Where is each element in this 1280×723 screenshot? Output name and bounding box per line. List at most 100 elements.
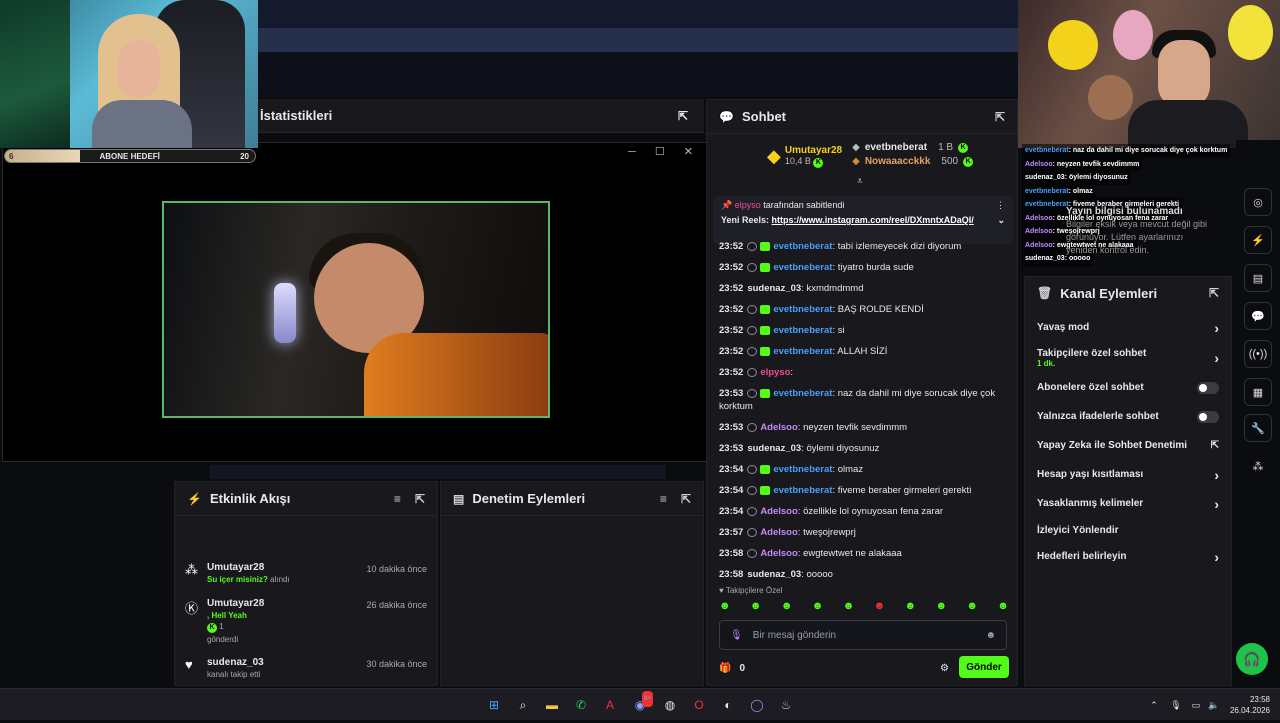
lightning-icon[interactable]: ⚡	[1244, 226, 1272, 254]
chat-message[interactable]: 23:58 Adelsoo: ewgtewtwet ne alakaaa	[719, 547, 1011, 560]
emote-icon[interactable]: ☻	[966, 600, 978, 612]
message-user[interactable]: evetbneberat	[773, 485, 832, 496]
chat-message[interactable]: 23:52 elpyso:	[719, 366, 1011, 379]
popout-icon[interactable]: ⇱	[415, 492, 425, 506]
whatsapp-icon[interactable]: ✆	[573, 697, 589, 713]
message-user[interactable]: Adelsoo	[760, 548, 797, 559]
chevron-right-icon[interactable]: ›	[1214, 496, 1219, 512]
chevron-right-icon[interactable]: ›	[1214, 549, 1219, 565]
system-clock[interactable]: 23:58 26.04.2026	[1230, 694, 1270, 716]
chat-message[interactable]: 23:57 Adelsoo: tweşojrewprj	[719, 526, 1011, 539]
emote-icon[interactable]: ☻	[812, 600, 824, 612]
channel-action-item[interactable]: Hesap yaşı kısıtlaması ›	[1025, 460, 1231, 489]
toggle-switch[interactable]	[1197, 410, 1219, 423]
emoji-icon[interactable]: ☻	[985, 630, 996, 641]
chat-message[interactable]: 23:52 evetbneberat: BAŞ ROLDE KENDİ	[719, 303, 1011, 316]
notes-icon[interactable]: ▤	[1244, 264, 1272, 292]
emote-icon[interactable]: ☻	[750, 600, 762, 612]
popout-icon[interactable]: ⇱	[995, 110, 1005, 124]
channel-action-item[interactable]: Yalnızca ifadelerle sohbet	[1025, 402, 1231, 431]
message-user[interactable]: evetbneberat	[773, 241, 832, 252]
screen-capture-icon[interactable]: ◎	[1244, 188, 1272, 216]
emote-icon[interactable]: ☻	[905, 600, 917, 612]
channel-action-item[interactable]: Yavaş mod ›	[1025, 313, 1231, 342]
window-controls[interactable]: ─ ☐ ✕	[628, 145, 701, 158]
message-user[interactable]: evetbneberat	[773, 464, 832, 475]
tray-speaker-icon[interactable]: 🔈	[1206, 697, 1222, 713]
emote-icon[interactable]: ☻	[935, 600, 947, 612]
leaderboard-third[interactable]: ◆ Nowaaacckkk 500 K	[852, 156, 974, 167]
message-user[interactable]: sudenaz_03	[747, 443, 801, 454]
chat-message[interactable]: 23:54 evetbneberat: fiveme beraber girmel…	[719, 484, 1011, 497]
kick-logo-icon[interactable]: ⁂	[1244, 452, 1272, 480]
gift-icon[interactable]: 🎁	[719, 663, 731, 674]
search-icon[interactable]: ⌕	[515, 697, 531, 713]
microphone-icon[interactable]: 🎙	[730, 630, 743, 641]
opera-icon[interactable]: O	[691, 697, 707, 713]
collapse-leaderboard-icon[interactable]: ⩡	[857, 176, 863, 187]
tray-monitor-icon[interactable]: ▭	[1188, 697, 1204, 713]
pinned-by-user[interactable]: elpyso	[735, 200, 761, 210]
chat-message[interactable]: 23:53 sudenaz_03: öylemi diyosunuz	[719, 442, 1011, 455]
channel-action-item[interactable]: Takipçilere özel sohbet 1 dk. ›	[1025, 342, 1231, 373]
message-user[interactable]: Adelsoo	[760, 527, 797, 538]
chevron-right-icon[interactable]: ›	[1214, 320, 1219, 336]
message-user[interactable]: Adelsoo	[760, 506, 797, 517]
wrench-icon[interactable]: 🔧	[1244, 414, 1272, 442]
toggle-switch[interactable]	[1197, 381, 1219, 394]
channel-action-item[interactable]: Yasaklanmış kelimeler ›	[1025, 489, 1231, 518]
chat-message[interactable]: 23:52 evetbneberat: ALLAH SİZİ	[719, 345, 1011, 358]
leaderboard-first[interactable]: ◆ Umutayar28 10,4 B K	[767, 142, 842, 170]
chat-input[interactable]: 🎙 Bir mesaj gönderin ☻	[719, 620, 1007, 650]
leaderboard-second[interactable]: ◆ evetbneberat 1 B K	[852, 142, 973, 153]
activity-item[interactable]: ⁂ Umutayar28 Su içer misiniz? alındı 10 dak…	[175, 556, 437, 592]
message-user[interactable]: sudenaz_03	[747, 283, 801, 294]
folder-icon[interactable]: ▬	[544, 697, 560, 713]
chat-message[interactable]: 23:58 sudenaz_03: ooooo	[719, 568, 1011, 581]
emote-icon[interactable]: ☻	[719, 600, 731, 612]
message-user[interactable]: evetbneberat	[773, 346, 832, 357]
chevron-right-icon[interactable]: ›	[1214, 350, 1219, 366]
discord-icon[interactable]: ◉ 9+	[632, 691, 653, 713]
chat-message[interactable]: 23:53 evetbneberat: naz da dahil mi diye …	[719, 387, 1011, 413]
channel-action-item[interactable]: Hedefleri belirleyin ›	[1025, 543, 1231, 570]
emote-icon[interactable]: ☻	[781, 600, 793, 612]
chat-message[interactable]: 23:54 evetbneberat: olmaz	[719, 463, 1011, 476]
channel-action-item[interactable]: İzleyici Yönlendir	[1025, 518, 1231, 543]
chat-message[interactable]: 23:52 sudenaz_03: kxmdmdmmd	[719, 282, 1011, 295]
help-button[interactable]: 🎧	[1236, 643, 1268, 675]
settings-gear-icon[interactable]: ⚙	[940, 663, 949, 674]
more-options-icon[interactable]: ⋮	[996, 200, 1005, 211]
chevron-right-icon[interactable]: ›	[1214, 467, 1219, 483]
tray-chevron-icon[interactable]: ⌃	[1146, 697, 1162, 713]
popout-icon[interactable]: ⇱	[681, 492, 691, 506]
message-user[interactable]: Adelsoo	[760, 422, 797, 433]
channel-action-item[interactable]: Yapay Zeka ile Sohbet Denetimi ⇱	[1025, 431, 1231, 460]
filter-icon[interactable]: ≡	[394, 492, 401, 506]
chat-bubble-icon[interactable]: 💬	[1244, 302, 1272, 330]
github-icon[interactable]: ◍	[662, 697, 678, 713]
activity-item[interactable]: Ⓚ Umutayar28 , Hell Yeah K 1 gönderdi 26 daki…	[175, 592, 437, 644]
chat-message[interactable]: 23:52 evetbneberat: tabi izlemeyecek dizi…	[719, 240, 1011, 253]
activity-user[interactable]: sudenaz_03	[207, 657, 264, 668]
chat-message[interactable]: 23:52 evetbneberat: tiyatro burda sude	[719, 261, 1011, 274]
app-a-icon[interactable]: A	[602, 697, 618, 713]
chat-message[interactable]: 23:52 evetbneberat: si	[719, 324, 1011, 337]
obs-icon[interactable]: ◐	[720, 697, 736, 713]
message-user[interactable]: evetbneberat	[773, 325, 832, 336]
message-user[interactable]: evetbneberat	[773, 304, 832, 315]
pinned-message[interactable]: 📌 elpyso tarafından sabitlendi ⋮ Yeni Ree…	[713, 196, 1013, 244]
steam-icon[interactable]: ♨	[778, 697, 794, 713]
emote-icon[interactable]: ☻	[843, 600, 855, 612]
layout-icon[interactable]: ▦	[1244, 378, 1272, 406]
message-user[interactable]: sudenaz_03	[747, 569, 801, 580]
emote-icon[interactable]: ☻	[997, 600, 1009, 612]
tray-mic-icon[interactable]: 🎙	[1168, 697, 1184, 713]
chat-message[interactable]: 23:53 Adelsoo: neyzen tevfik sevdimmm	[719, 421, 1011, 434]
filter-icon[interactable]: ≡	[660, 492, 667, 506]
chevron-down-icon[interactable]: ⌄	[997, 215, 1005, 226]
send-button[interactable]: Gönder	[959, 656, 1009, 678]
message-user[interactable]: elpyso	[760, 367, 790, 378]
start-icon[interactable]: ⊞	[486, 697, 502, 713]
broadcast-icon[interactable]: ((•))	[1244, 340, 1272, 368]
